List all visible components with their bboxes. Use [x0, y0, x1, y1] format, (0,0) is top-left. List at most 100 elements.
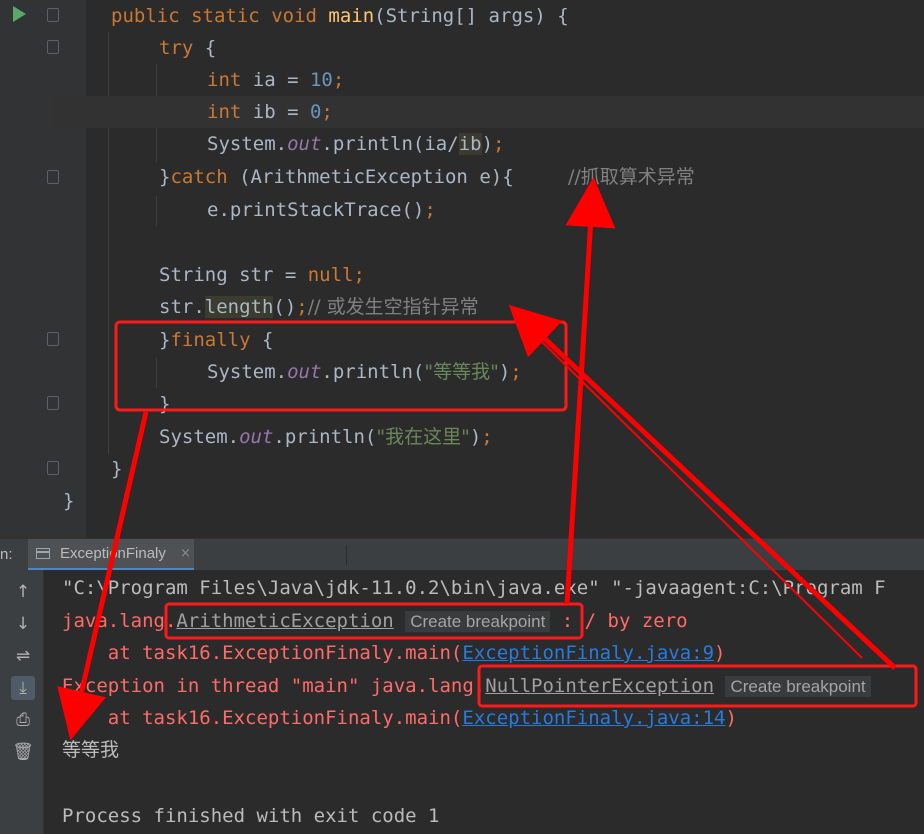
- fold-marker-icon[interactable]: [47, 170, 59, 184]
- brace: {: [250, 329, 274, 351]
- console-stack-line-1: at task16.ExceptionFinaly.main(Exception…: [62, 637, 726, 669]
- call-parens: (): [273, 296, 297, 318]
- class-ref: System.: [207, 133, 288, 155]
- arrow-down-icon[interactable]: ↓: [11, 612, 35, 636]
- indent-guide: [156, 196, 157, 226]
- method-call: .println(: [321, 133, 425, 155]
- print-icon[interactable]: ⎙: [11, 708, 35, 732]
- highlighted-method: length: [204, 296, 274, 318]
- fold-marker-icon[interactable]: [47, 396, 59, 410]
- divider: [346, 545, 347, 565]
- exception-link[interactable]: ArithmeticException: [176, 610, 393, 632]
- number: 10: [309, 69, 333, 91]
- create-breakpoint-hint[interactable]: Create breakpoint: [725, 676, 871, 697]
- var-ref: str.: [159, 296, 205, 318]
- kw-finally: finally: [170, 329, 251, 351]
- static-field: out: [287, 361, 322, 383]
- arrow-up-icon[interactable]: ↑: [11, 580, 35, 604]
- highlighted-ref: ib: [458, 133, 482, 155]
- create-breakpoint-hint[interactable]: Create breakpoint: [405, 611, 551, 632]
- fold-marker-icon[interactable]: [47, 8, 59, 22]
- class-ref: System.: [159, 426, 240, 448]
- scroll-to-end-icon[interactable]: ⤓: [11, 676, 35, 700]
- code-line-close-finally[interactable]: }: [159, 388, 170, 420]
- close-icon[interactable]: ×: [180, 539, 191, 569]
- kw-int: int: [207, 101, 242, 123]
- static-field: out: [239, 426, 274, 448]
- current-line-highlight: [52, 96, 924, 128]
- soft-wrap-icon[interactable]: ⇌: [11, 644, 35, 668]
- static-field: out: [287, 133, 322, 155]
- paren: ): [498, 361, 511, 383]
- fold-marker-icon[interactable]: [47, 332, 59, 346]
- exception-link[interactable]: NullPointerException: [485, 675, 714, 697]
- semicolon: ;: [510, 361, 522, 383]
- number: 0: [309, 101, 322, 123]
- kw-static: static: [191, 5, 260, 27]
- string-literal: "我在这里": [376, 426, 470, 448]
- paren: ): [469, 426, 482, 448]
- console-arithmetic-line: java.lang.ArithmeticException Create bre…: [62, 605, 688, 637]
- console-npe-line: Exception in thread "main" java.lang.Nul…: [62, 670, 871, 702]
- brace: }: [63, 490, 75, 512]
- code-line-close-class[interactable]: }: [63, 485, 74, 517]
- text: : / by zero: [561, 610, 688, 632]
- run-main-icon[interactable]: [13, 6, 26, 22]
- method-call: .println(: [321, 361, 425, 383]
- kw-try: try: [159, 37, 194, 59]
- console-command-line: "C:\Program Files\Java\jdk-11.0.2\bin\ja…: [62, 577, 886, 599]
- console-exit-line: Process finished with exit code 1: [62, 805, 440, 827]
- expr: ia/: [424, 133, 459, 155]
- code-line-close-main[interactable]: }: [111, 453, 122, 485]
- code-line-print-wait[interactable]: System.out.println("等等我");: [207, 356, 522, 388]
- decl: ib =: [241, 101, 310, 123]
- tab-label: ExceptionFinaly: [60, 545, 166, 562]
- code-line-printstacktrace[interactable]: e.printStackTrace();: [207, 194, 436, 226]
- semicolon: ;: [332, 69, 345, 91]
- brace: }: [159, 329, 171, 351]
- kw-public: public: [111, 5, 180, 27]
- semicolon: ;: [321, 101, 333, 123]
- console-icon: [36, 548, 50, 559]
- code-line-print-here[interactable]: System.out.println("我在这里");: [159, 421, 493, 453]
- comment-arithmetic: //抓取算术异常: [568, 166, 695, 188]
- brace: }: [159, 393, 171, 415]
- text: java.lang.: [62, 610, 177, 632]
- code-line-ib[interactable]: int ib = 0;: [207, 96, 333, 128]
- run-label: n:: [0, 546, 13, 563]
- source-link[interactable]: ExceptionFinaly.java:14: [462, 707, 725, 729]
- run-toolbar: ↑ ↓ ⇌ ⤓ ⎙ 🗑: [0, 570, 44, 834]
- code-line-catch[interactable]: }catch (ArithmeticException e){: [159, 161, 514, 193]
- code-line-try[interactable]: try {: [159, 32, 216, 64]
- comment-npe: // 或发生空指针异常: [307, 296, 479, 318]
- code-editor[interactable]: public static void main(String[] args) {…: [0, 0, 924, 538]
- text: ): [725, 707, 737, 729]
- tab-exceptionfinaly[interactable]: ExceptionFinaly ×: [28, 539, 194, 571]
- string-literal: "等等我": [424, 361, 499, 383]
- kw-catch: catch: [170, 166, 228, 188]
- console-output-wait: 等等我: [62, 739, 120, 761]
- catch-args: (ArithmeticException e){: [227, 166, 514, 188]
- code-line-finally[interactable]: }finally {: [159, 324, 273, 356]
- code-line-main-signature[interactable]: public static void main(String[] args) {: [111, 0, 569, 32]
- trash-icon[interactable]: 🗑: [11, 740, 35, 764]
- semicolon: ;: [296, 296, 308, 318]
- console-stack-line-2: at task16.ExceptionFinaly.main(Exception…: [62, 702, 737, 734]
- console-output[interactable]: "C:\Program Files\Java\jdk-11.0.2\bin\ja…: [44, 570, 924, 834]
- code-line-print-div[interactable]: System.out.println(ia/ib);: [207, 128, 504, 160]
- method-call: e.printStackTrace(): [207, 199, 425, 221]
- text: at task16.ExceptionFinaly.main(: [62, 707, 463, 729]
- code-line-str-length[interactable]: str.length();// 或发生空指针异常: [159, 291, 479, 323]
- code-line-str-null[interactable]: String str = null;: [159, 259, 365, 291]
- text: Exception in thread "main" java.lang.: [62, 675, 486, 697]
- source-link[interactable]: ExceptionFinaly.java:9: [462, 642, 714, 664]
- decl: ia =: [241, 69, 310, 91]
- paren: ): [481, 133, 494, 155]
- indent-guide: [156, 358, 157, 388]
- fold-marker-icon[interactable]: [47, 461, 59, 475]
- code-line-ia[interactable]: int ia = 10;: [207, 64, 344, 96]
- semicolon: ;: [481, 426, 493, 448]
- kw-void: void: [271, 5, 317, 27]
- semicolon: ;: [353, 264, 365, 286]
- fold-marker-icon[interactable]: [47, 40, 59, 54]
